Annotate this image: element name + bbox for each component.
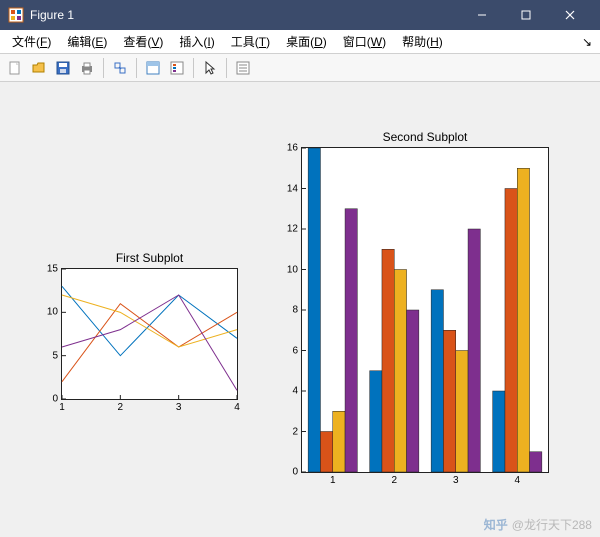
- bar: [370, 371, 382, 472]
- menu-f[interactable]: 文件(F): [4, 31, 59, 52]
- watermark: 知乎 @龙行天下288: [484, 516, 592, 533]
- axes-title: Second Subplot: [302, 130, 548, 144]
- save-icon: [55, 60, 71, 76]
- y-tick-label: 10: [287, 264, 298, 275]
- y-tick-label: 6: [292, 345, 298, 356]
- watermark-user: @龙行天下288: [512, 516, 592, 533]
- bar: [394, 270, 406, 473]
- dock-arrow-icon[interactable]: ↘: [582, 35, 592, 49]
- menu-d[interactable]: 桌面(D): [278, 31, 335, 52]
- menu-w[interactable]: 窗口(W): [335, 31, 394, 52]
- y-tick-label: 16: [287, 143, 298, 154]
- bar: [320, 432, 332, 473]
- bar: [345, 209, 357, 472]
- data-cursor-icon: [145, 60, 161, 76]
- toolbar-separator: [136, 58, 137, 78]
- bar-plot: [302, 148, 548, 472]
- toolbar-separator: [193, 58, 194, 78]
- bar: [530, 452, 542, 472]
- y-tick-label: 2: [292, 426, 298, 437]
- x-tick-label: 3: [453, 475, 459, 486]
- edit-plot-button[interactable]: [232, 57, 254, 79]
- print-button[interactable]: [76, 57, 98, 79]
- axes-first-subplot[interactable]: First Subplot 0510151234: [61, 268, 238, 400]
- save-button[interactable]: [52, 57, 74, 79]
- window-titlebar: Figure 1: [0, 0, 600, 30]
- x-tick-label: 4: [234, 402, 240, 413]
- bar: [308, 148, 320, 472]
- toolbar: [0, 54, 600, 82]
- link-button[interactable]: [109, 57, 131, 79]
- y-tick-label: 0: [292, 467, 298, 478]
- y-tick-label: 0: [52, 394, 58, 405]
- toolbar-separator: [226, 58, 227, 78]
- bar: [333, 411, 345, 472]
- y-tick-label: 8: [292, 305, 298, 316]
- x-tick-label: 4: [514, 475, 520, 486]
- line-series: [62, 286, 237, 355]
- bar: [505, 189, 517, 473]
- legend-icon: [169, 60, 185, 76]
- legend-button[interactable]: [166, 57, 188, 79]
- toolbar-separator: [103, 58, 104, 78]
- bar: [443, 330, 455, 472]
- x-tick-label: 1: [59, 402, 65, 413]
- minimize-button[interactable]: [460, 0, 504, 30]
- window-title: Figure 1: [30, 8, 460, 22]
- axes-second-subplot[interactable]: Second Subplot 02468101214161234: [301, 147, 549, 473]
- zhihu-logo: 知乎: [484, 516, 508, 533]
- x-tick-label: 3: [176, 402, 182, 413]
- x-tick-label: 2: [118, 402, 124, 413]
- print-icon: [79, 60, 95, 76]
- new-figure-button[interactable]: [4, 57, 26, 79]
- y-tick-label: 4: [292, 386, 298, 397]
- folder-open-icon: [31, 60, 47, 76]
- line-series: [62, 295, 237, 390]
- y-tick-label: 15: [47, 264, 58, 275]
- app-icon: [8, 7, 24, 23]
- bar: [468, 229, 480, 472]
- pointer-button[interactable]: [199, 57, 221, 79]
- new-file-icon: [7, 60, 23, 76]
- menu-t[interactable]: 工具(T): [223, 31, 278, 52]
- open-button[interactable]: [28, 57, 50, 79]
- line-series: [62, 304, 237, 382]
- maximize-button[interactable]: [504, 0, 548, 30]
- close-button[interactable]: [548, 0, 592, 30]
- y-tick-label: 10: [47, 307, 58, 318]
- bar: [517, 168, 529, 472]
- bar: [407, 310, 419, 472]
- y-tick-label: 12: [287, 224, 298, 235]
- bar: [456, 351, 468, 473]
- menu-h[interactable]: 帮助(H): [394, 31, 451, 52]
- menubar: 文件(F)编辑(E)查看(V)插入(I)工具(T)桌面(D)窗口(W)帮助(H)…: [0, 30, 600, 54]
- edit-plot-icon: [235, 60, 251, 76]
- y-tick-label: 5: [52, 350, 58, 361]
- bar: [493, 391, 505, 472]
- y-tick-label: 14: [287, 183, 298, 194]
- line-plot: [62, 269, 237, 399]
- menu-e[interactable]: 编辑(E): [59, 31, 115, 52]
- x-tick-label: 2: [391, 475, 397, 486]
- link-icon: [112, 60, 128, 76]
- axes-title: First Subplot: [62, 251, 237, 265]
- x-tick-label: 1: [330, 475, 336, 486]
- bar: [431, 290, 443, 472]
- data-cursor-button[interactable]: [142, 57, 164, 79]
- bar: [382, 249, 394, 472]
- menu-v[interactable]: 查看(V): [115, 31, 171, 52]
- figure-canvas: First Subplot 0510151234 Second Subplot …: [0, 82, 600, 537]
- menu-i[interactable]: 插入(I): [171, 31, 222, 52]
- pointer-icon: [202, 60, 218, 76]
